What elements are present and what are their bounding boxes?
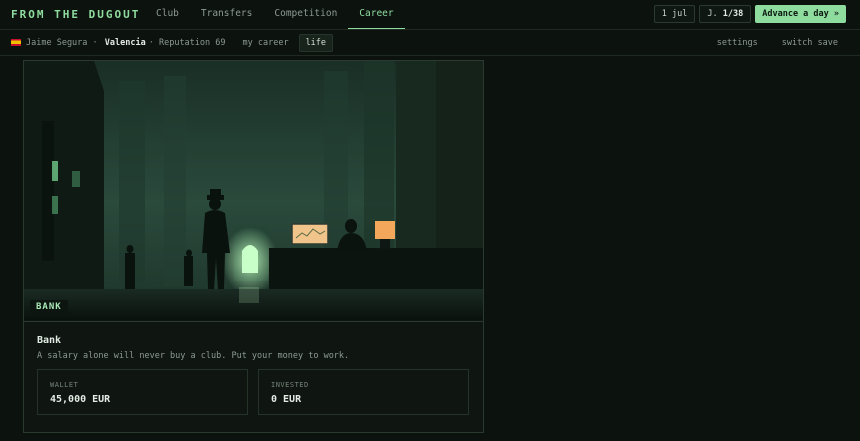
tab-career[interactable]: Career bbox=[348, 0, 405, 29]
sublink-my-career[interactable]: my career bbox=[243, 38, 289, 48]
sub-bar: Jaime Segura · Valencia · Reputation 69 … bbox=[0, 30, 860, 56]
card-subtitle: A salary alone will never buy a club. Pu… bbox=[37, 351, 350, 361]
bank-scene-image bbox=[24, 61, 483, 320]
top-bar: FROM THE DUGOUT Club Transfers Competiti… bbox=[0, 0, 860, 30]
invested-value: 0 EUR bbox=[271, 394, 302, 405]
sublink-life[interactable]: life bbox=[298, 33, 334, 52]
scene-label: BANK bbox=[30, 300, 68, 314]
tab-transfers[interactable]: Transfers bbox=[190, 0, 263, 29]
invested-stat: INVESTED 0 EUR bbox=[258, 369, 469, 415]
matchday-prefix: J. bbox=[707, 9, 718, 19]
tab-competition[interactable]: Competition bbox=[263, 0, 348, 29]
bank-info: Bank A salary alone will never buy a clu… bbox=[24, 321, 483, 433]
reputation: · Reputation 69 bbox=[148, 37, 226, 48]
bank-card: BANK Bank A salary alone will never buy … bbox=[23, 60, 484, 433]
settings-link[interactable]: settings bbox=[717, 38, 758, 48]
tab-club[interactable]: Club bbox=[145, 0, 190, 29]
brand-logo[interactable]: FROM THE DUGOUT bbox=[11, 8, 140, 21]
switch-save-link[interactable]: switch save bbox=[782, 38, 838, 48]
wallet-value: 45,000 EUR bbox=[50, 394, 111, 405]
manager-name: Jaime Segura bbox=[26, 37, 88, 48]
advance-day-button[interactable]: Advance a day » bbox=[755, 5, 846, 23]
spain-flag-icon bbox=[11, 39, 21, 46]
card-title: Bank bbox=[37, 335, 62, 346]
top-right-controls: 1 jul J. 1/38 Advance a day » bbox=[653, 5, 846, 23]
separator: · bbox=[87, 37, 103, 48]
wallet-label: WALLET bbox=[50, 381, 79, 389]
main-nav: Club Transfers Competition Career bbox=[145, 0, 405, 29]
date-chip[interactable]: 1 jul bbox=[653, 5, 696, 23]
club-name: Valencia bbox=[104, 37, 146, 48]
invested-label: INVESTED bbox=[271, 381, 309, 389]
matchday-chip[interactable]: J. 1/38 bbox=[699, 5, 752, 23]
wallet-stat: WALLET 45,000 EUR bbox=[37, 369, 248, 415]
matchday-value: 1/38 bbox=[722, 9, 744, 19]
bank-illustration: BANK bbox=[24, 61, 483, 320]
